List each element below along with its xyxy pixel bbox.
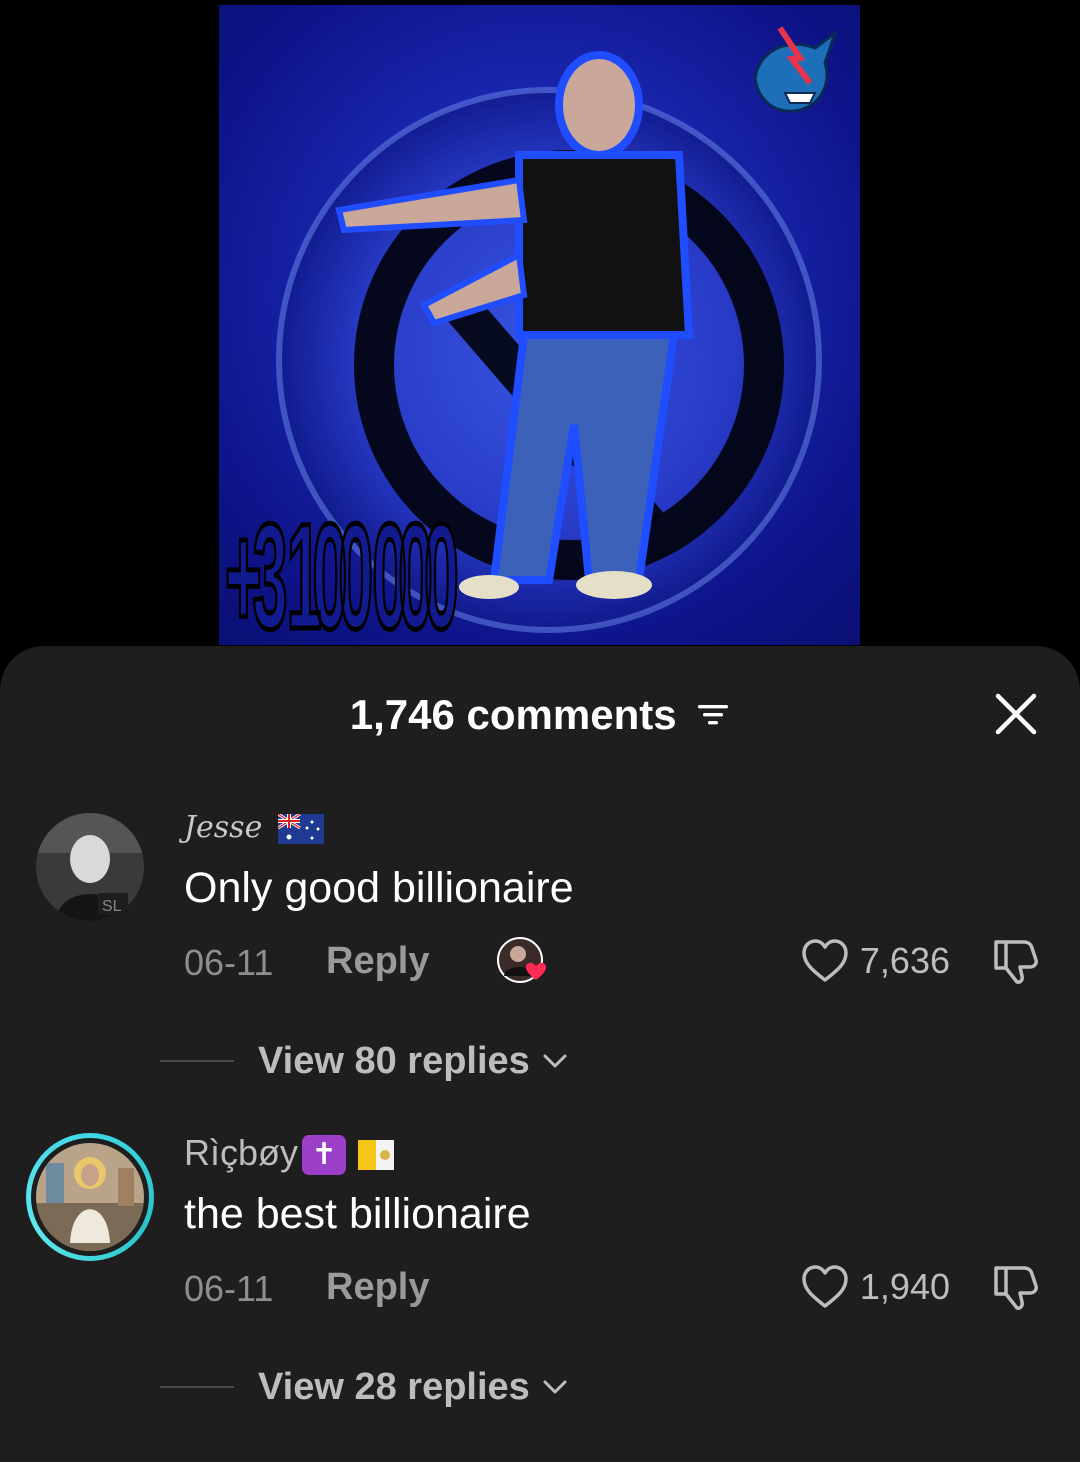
comment-item: Rìçbøy ✝ the best billionaire 06-11 Reply…	[0, 1132, 1080, 1432]
comment-username[interactable]: Jesse	[184, 810, 324, 845]
creator-liked-badge	[497, 937, 546, 983]
latin-cross-emoji-icon: ✝	[302, 1135, 347, 1176]
chevron-down-icon	[543, 1380, 567, 1394]
video-frame[interactable]: +3 100 000	[219, 5, 860, 645]
like-group: 1,940	[800, 1262, 950, 1312]
comment-text: the best billionaire	[184, 1190, 531, 1238]
view-replies-button[interactable]: View 28 replies	[160, 1362, 568, 1412]
like-count: 1,940	[859, 1266, 950, 1307]
comment-meta: 06-11 Reply 7,636	[184, 936, 1040, 986]
heart-icon[interactable]	[800, 1264, 850, 1310]
comment-date: 06-11	[184, 1268, 274, 1309]
username-text: Rìçbøy	[184, 1132, 299, 1173]
chevron-down-icon	[543, 1054, 567, 1068]
vatican-flag-icon	[358, 1140, 395, 1171]
avatar-story-ring[interactable]	[26, 1133, 154, 1261]
like-group: 7,636	[800, 936, 950, 986]
heart-icon[interactable]	[800, 938, 850, 984]
view-replies-button[interactable]: View 80 replies	[160, 1036, 568, 1086]
comment-item: SL Jesse Only good billionaire 06-11 Rep…	[0, 810, 1080, 1110]
comments-title: 1,746 comments	[0, 688, 1080, 739]
comments-header: 1,746 comments	[0, 646, 1080, 776]
view-replies-label: View 28 replies	[258, 1365, 530, 1408]
like-count: 7,636	[859, 940, 950, 981]
comment-username[interactable]: Rìçbøy ✝	[184, 1132, 395, 1176]
comment-meta: 06-11 Reply 1,940	[184, 1262, 1040, 1312]
australia-flag-icon	[277, 812, 324, 844]
filter-icon[interactable]	[696, 701, 730, 729]
avatar[interactable]	[36, 1143, 144, 1251]
dislike-icon[interactable]	[990, 936, 1040, 986]
comment-count: 1,746 comments	[349, 690, 677, 738]
comment-text: Only good billionaire	[184, 864, 574, 912]
comment-date: 06-11	[184, 942, 274, 983]
replies-divider	[160, 1386, 234, 1388]
svg-text:SL: SL	[102, 898, 122, 915]
replies-divider	[160, 1060, 234, 1062]
avatar-image	[36, 1143, 144, 1251]
beast-mascot-logo-icon	[753, 26, 838, 113]
reply-button[interactable]: Reply	[326, 1266, 429, 1309]
dislike-icon[interactable]	[990, 1262, 1040, 1312]
video-player[interactable]: +3 100 000	[0, 0, 1080, 660]
reply-button[interactable]: Reply	[326, 940, 429, 983]
video-overlay-counter: +3 100 000	[224, 492, 460, 646]
username-text: Jesse	[184, 810, 263, 845]
view-replies-label: View 80 replies	[258, 1039, 530, 1082]
close-icon[interactable]	[992, 690, 1040, 738]
avatar-image: SL	[36, 813, 144, 921]
avatar[interactable]: SL	[36, 813, 144, 921]
comments-sheet: 1,746 comments SL Jesse Only good billio…	[0, 646, 1080, 1462]
